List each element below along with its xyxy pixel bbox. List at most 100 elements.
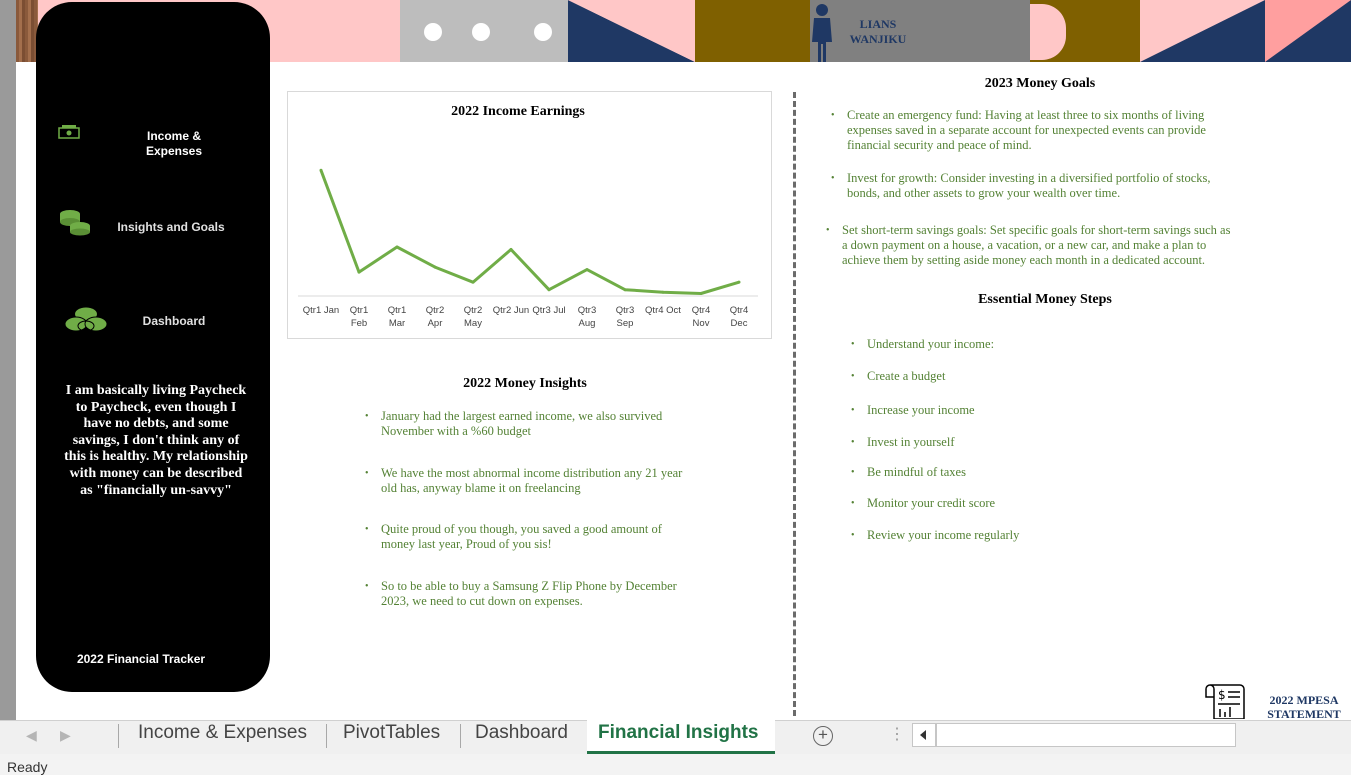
left-arrow-icon: [920, 730, 926, 740]
tab-separator: [326, 724, 327, 748]
sidebar-item-label: Expenses: [145, 144, 203, 158]
status-text: Ready: [7, 759, 48, 775]
x-tick-label: Apr: [428, 318, 443, 329]
banner-block-gray: [400, 0, 568, 62]
tab-separator: [460, 724, 461, 748]
mpesa-label-line1: 2022 MPESA: [1269, 693, 1339, 707]
wood-texture-decoration: [16, 0, 38, 62]
chart-plot: Qtr1 Jan Qtr1 Feb Qtr1 Mar Qtr2 Apr Qtr2 May Qtr2…: [298, 168, 758, 329]
x-tick-label: Qtr4: [692, 305, 710, 316]
banner-block-pink: [280, 0, 400, 62]
data-point: [547, 288, 551, 292]
sidebar: Income & Expenses Insights and Goals Das…: [36, 2, 270, 692]
horizontal-scrollbar[interactable]: [936, 723, 1236, 747]
data-point: [471, 280, 475, 284]
x-tick-label: Qtr3 Jul: [532, 305, 565, 316]
mpesa-statement-link[interactable]: 2022 MPESA STATEMENT: [1256, 693, 1351, 721]
tab-scroll-right-icon[interactable]: ▶: [60, 727, 71, 744]
tab-label: Financial Insights: [598, 722, 759, 743]
dot-decoration: [472, 23, 490, 41]
left-edge-strip: [0, 0, 16, 720]
insight-item: Quite proud of you though, you saved a g…: [365, 522, 691, 552]
mpesa-label-line2: STATEMENT: [1267, 707, 1341, 721]
more-options-icon[interactable]: ⋮: [889, 724, 905, 744]
add-sheet-button[interactable]: +: [813, 725, 833, 746]
x-tick-label: Aug: [579, 318, 596, 329]
name-badge: LIANS WANJIKU: [810, 0, 1030, 62]
goal-item: Invest for growth: Consider investing in…: [831, 171, 1239, 201]
status-bar: Ready: [0, 754, 1351, 775]
data-point: [661, 290, 665, 294]
step-item: Review your income regularly: [851, 528, 1167, 543]
data-point: [585, 268, 589, 272]
income-chart[interactable]: 2022 Income Earnings Qtr1 Jan Qtr1 Feb Qtr1…: [287, 91, 772, 339]
insight-item: January had the largest earned income, w…: [365, 409, 691, 439]
svg-text:$: $: [1218, 688, 1226, 702]
user-name: LIANS WANJIKU: [830, 17, 926, 47]
steps-title: Essential Money Steps: [978, 292, 1112, 307]
data-point: [357, 270, 361, 274]
plus-icon: +: [818, 725, 828, 744]
goal-item: Set short-term savings goals: Set specif…: [826, 223, 1239, 268]
insight-item: So to be able to buy a Samsung Z Flip Ph…: [365, 579, 691, 609]
banner-block-olive: [695, 0, 810, 62]
sidebar-quote: I am basically living Paycheck to Payche…: [64, 383, 248, 498]
data-point: [623, 288, 627, 292]
banner-triangle-navy: [568, 0, 695, 62]
step-item: Monitor your credit score: [851, 496, 1167, 511]
x-tick-label: May: [464, 318, 482, 329]
tab-income-expenses[interactable]: Income & Expenses: [138, 722, 307, 748]
dot-decoration: [424, 23, 442, 41]
data-point: [395, 245, 399, 249]
hscroll-left-button[interactable]: [912, 723, 936, 747]
data-point: [737, 280, 741, 284]
x-tick-label: Qtr2: [464, 305, 482, 316]
goals-title: 2023 Money Goals: [984, 76, 1096, 91]
step-item: Increase your income: [851, 403, 1167, 418]
step-item: Invest in yourself: [851, 435, 1167, 450]
user-last-name: WANJIKU: [849, 32, 907, 46]
sidebar-item-label: Income &: [146, 129, 201, 143]
data-point: [433, 265, 437, 269]
x-tick-label: Qtr2: [426, 305, 444, 316]
x-tick-label: Qtr2 Jun: [493, 305, 529, 316]
insight-item: We have the most abnormal income distrib…: [365, 466, 691, 496]
step-item: Create a budget: [851, 369, 1167, 384]
tab-pivottables[interactable]: PivotTables: [343, 722, 440, 748]
sidebar-footer: 2022 Financial Tracker: [76, 652, 206, 666]
x-tick-label: Qtr1: [350, 305, 368, 316]
x-tick-label: Dec: [731, 318, 748, 329]
coin-stack-icon: [64, 307, 108, 332]
x-tick-label: Feb: [351, 318, 367, 329]
tab-financial-insights[interactable]: Financial Insights: [587, 720, 775, 754]
x-tick-label: Mar: [389, 318, 405, 329]
step-item: Be mindful of taxes: [851, 465, 1167, 480]
tab-dashboard[interactable]: Dashboard: [475, 722, 568, 748]
banner-triangle-navy: [1140, 0, 1265, 62]
banner-half-circle: [1030, 4, 1066, 60]
x-tick-label: Qtr1: [388, 305, 406, 316]
sidebar-item-insights-goals[interactable]: Insights and Goals: [116, 220, 226, 234]
banner-block-olive: [1030, 0, 1140, 62]
coins-icon: [60, 210, 90, 236]
sidebar-item-dashboard[interactable]: Dashboard: [126, 314, 222, 328]
dot-decoration: [534, 23, 552, 41]
x-tick-label: Qtr3: [578, 305, 596, 316]
sidebar-item-income-expenses[interactable]: Income & Expenses: [126, 129, 222, 159]
data-point: [319, 168, 323, 172]
step-item: Understand your income:: [851, 337, 1167, 352]
goal-item: Create an emergency fund: Having at leas…: [831, 108, 1239, 153]
tab-separator: [118, 724, 119, 748]
x-tick-label: Nov: [693, 318, 710, 329]
data-point: [699, 291, 703, 295]
section-divider: [793, 92, 796, 716]
insights-title: 2022 Money Insights: [463, 376, 587, 391]
statement-icon[interactable]: $: [1204, 683, 1248, 719]
x-tick-label: Qtr4: [730, 305, 748, 316]
x-tick-label: Qtr3: [616, 305, 634, 316]
banner-triangle-salmon: [1265, 0, 1351, 62]
income-series-line: [319, 169, 740, 295]
x-tick-label: Sep: [617, 318, 634, 329]
user-first-name: LIANS: [859, 17, 897, 31]
tab-scroll-left-icon[interactable]: ◀: [26, 727, 37, 744]
